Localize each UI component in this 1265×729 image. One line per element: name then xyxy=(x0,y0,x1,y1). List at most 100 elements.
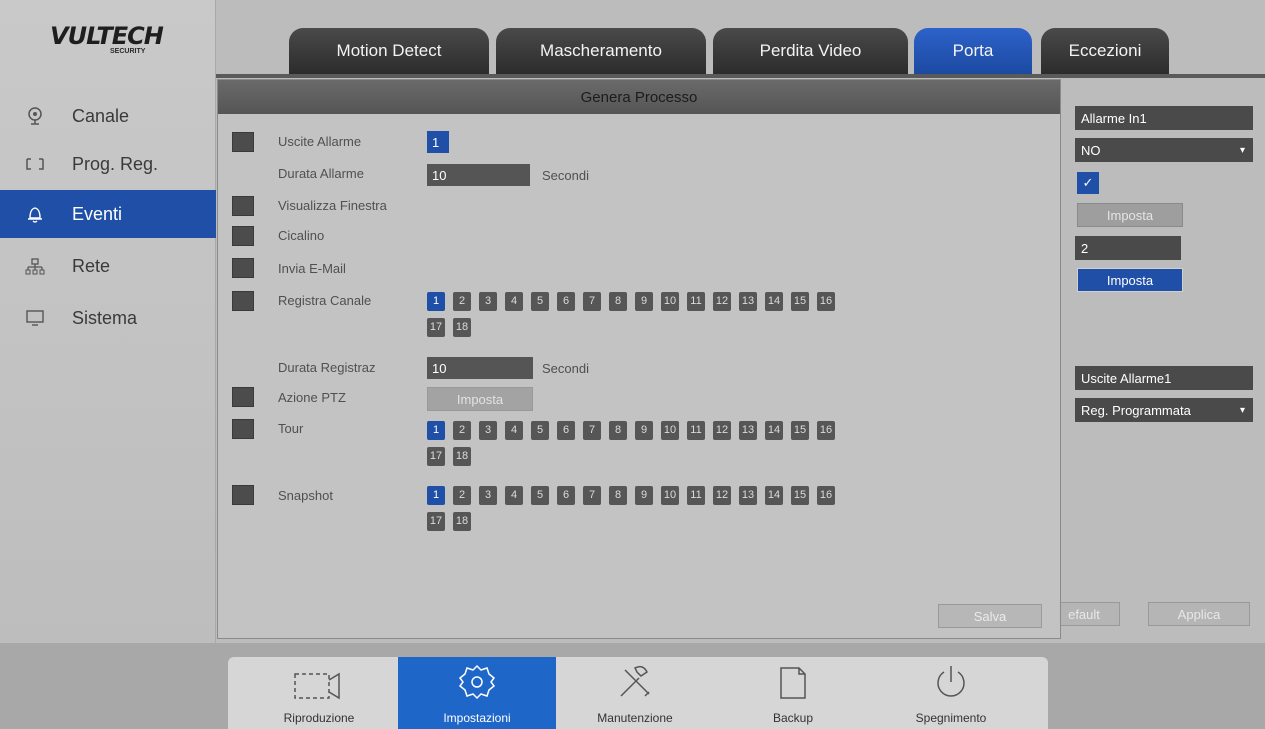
tab-mascheramento[interactable]: Mascheramento xyxy=(496,28,706,74)
snapshot-channel-2[interactable]: 2 xyxy=(453,486,471,505)
imposta-button-1[interactable]: Imposta xyxy=(1077,203,1183,227)
cicalino-checkbox[interactable] xyxy=(232,226,254,246)
snapshot-channel-18[interactable]: 18 xyxy=(453,512,471,531)
tour-channel-10[interactable]: 10 xyxy=(661,421,679,440)
snapshot-channel-6[interactable]: 6 xyxy=(557,486,575,505)
snapshot-channel-17[interactable]: 17 xyxy=(427,512,445,531)
tour-channel-18[interactable]: 18 xyxy=(453,447,471,466)
tour-checkbox[interactable] xyxy=(232,419,254,439)
snapshot-label: Snapshot xyxy=(278,488,333,503)
tour-channel-15[interactable]: 15 xyxy=(791,421,809,440)
menu-manutenzione[interactable]: Manutenzione xyxy=(556,657,714,729)
tab-eccezioni[interactable]: Eccezioni xyxy=(1041,28,1169,74)
sidebar-item-canale[interactable]: Canale xyxy=(0,92,216,140)
tab-porta[interactable]: Porta xyxy=(914,28,1032,74)
value-field[interactable]: 2 xyxy=(1075,236,1181,260)
tab-perdita-video[interactable]: Perdita Video xyxy=(713,28,908,74)
invia-email-checkbox[interactable] xyxy=(232,258,254,278)
menu-spegnimento[interactable]: Spegnimento xyxy=(872,657,1030,729)
snapshot-channel-13[interactable]: 13 xyxy=(739,486,757,505)
snapshot-checkbox[interactable] xyxy=(232,485,254,505)
azione-ptz-checkbox[interactable] xyxy=(232,387,254,407)
registra-channel-12[interactable]: 12 xyxy=(713,292,731,311)
tour-channel-2[interactable]: 2 xyxy=(453,421,471,440)
uscite-allarme-checkbox[interactable] xyxy=(232,132,254,152)
snapshot-channel-10[interactable]: 10 xyxy=(661,486,679,505)
reg-select[interactable]: Reg. Programmata ▾ xyxy=(1075,398,1253,422)
ptz-imposta-button[interactable]: Imposta xyxy=(427,387,533,411)
registra-channel-9[interactable]: 9 xyxy=(635,292,653,311)
snapshot-channel-12[interactable]: 12 xyxy=(713,486,731,505)
snapshot-channel-1[interactable]: 1 xyxy=(427,486,445,505)
sidebar-item-sistema[interactable]: Sistema xyxy=(0,294,216,342)
tour-channel-11[interactable]: 11 xyxy=(687,421,705,440)
snapshot-channel-15[interactable]: 15 xyxy=(791,486,809,505)
registra-channel-14[interactable]: 14 xyxy=(765,292,783,311)
tour-channel-9[interactable]: 9 xyxy=(635,421,653,440)
uscite-allarme-channel[interactable]: 1 xyxy=(427,131,449,153)
menu-label: Impostazioni xyxy=(443,711,511,725)
registra-channel-11[interactable]: 11 xyxy=(687,292,705,311)
uscita-field[interactable]: Uscite Allarme1 xyxy=(1075,366,1253,390)
snapshot-channel-7[interactable]: 7 xyxy=(583,486,601,505)
applica-button[interactable]: Applica xyxy=(1148,602,1250,626)
registra-channel-17[interactable]: 17 xyxy=(427,318,445,337)
tab-motion-detect[interactable]: Motion Detect xyxy=(289,28,489,74)
registra-channel-7[interactable]: 7 xyxy=(583,292,601,311)
registra-channel-1[interactable]: 1 xyxy=(427,292,445,311)
registra-canale-checkbox[interactable] xyxy=(232,291,254,311)
playback-icon xyxy=(287,668,351,711)
type-select[interactable]: NO ▾ xyxy=(1075,138,1253,162)
registra-channel-15[interactable]: 15 xyxy=(791,292,809,311)
genera-processo-dialog: Genera Processo Uscite Allarme 1 Durata … xyxy=(217,79,1061,639)
enable-checkbox[interactable]: ✓ xyxy=(1077,172,1099,194)
durata-allarme-input[interactable]: 10 xyxy=(427,164,530,186)
tour-channel-1[interactable]: 1 xyxy=(427,421,445,440)
tour-channel-13[interactable]: 13 xyxy=(739,421,757,440)
durata-registraz-input[interactable]: 10 xyxy=(427,357,533,379)
snapshot-channel-9[interactable]: 9 xyxy=(635,486,653,505)
tour-channel-7[interactable]: 7 xyxy=(583,421,601,440)
registra-channel-5[interactable]: 5 xyxy=(531,292,549,311)
tour-channel-4[interactable]: 4 xyxy=(505,421,523,440)
snapshot-channel-3[interactable]: 3 xyxy=(479,486,497,505)
tour-channel-8[interactable]: 8 xyxy=(609,421,627,440)
tour-channel-12[interactable]: 12 xyxy=(713,421,731,440)
menu-backup[interactable]: Backup xyxy=(714,657,872,729)
registra-channel-13[interactable]: 13 xyxy=(739,292,757,311)
registra-channel-6[interactable]: 6 xyxy=(557,292,575,311)
menu-riproduzione[interactable]: Riproduzione xyxy=(240,657,398,729)
menu-impostazioni[interactable]: Impostazioni xyxy=(398,657,556,729)
registra-channel-16[interactable]: 16 xyxy=(817,292,835,311)
registra-channel-4[interactable]: 4 xyxy=(505,292,523,311)
snapshot-channel-4[interactable]: 4 xyxy=(505,486,523,505)
registra-channel-grid: 1 2 3 4 5 6 7 8 9 10 11 12 13 14 15 16 17 18 xyxy=(427,291,947,343)
snapshot-channel-8[interactable]: 8 xyxy=(609,486,627,505)
alarm-in-field[interactable]: Allarme In1 xyxy=(1075,106,1253,130)
snapshot-channel-5[interactable]: 5 xyxy=(531,486,549,505)
salva-button[interactable]: Salva xyxy=(938,604,1042,628)
imposta-button-2[interactable]: Imposta xyxy=(1077,268,1183,292)
secondi-label-2: Secondi xyxy=(542,361,589,376)
sidebar-item-prog-reg[interactable]: Prog. Reg. xyxy=(0,140,216,188)
snapshot-channel-14[interactable]: 14 xyxy=(765,486,783,505)
registra-channel-2[interactable]: 2 xyxy=(453,292,471,311)
registra-channel-10[interactable]: 10 xyxy=(661,292,679,311)
sidebar-item-rete[interactable]: Rete xyxy=(0,242,216,290)
tour-channel-17[interactable]: 17 xyxy=(427,447,445,466)
snapshot-channel-16[interactable]: 16 xyxy=(817,486,835,505)
visualizza-finestra-checkbox[interactable] xyxy=(232,196,254,216)
snapshot-channel-11[interactable]: 11 xyxy=(687,486,705,505)
registra-channel-18[interactable]: 18 xyxy=(453,318,471,337)
visualizza-finestra-label: Visualizza Finestra xyxy=(278,198,387,213)
tour-channel-14[interactable]: 14 xyxy=(765,421,783,440)
tour-channel-16[interactable]: 16 xyxy=(817,421,835,440)
registra-channel-8[interactable]: 8 xyxy=(609,292,627,311)
registra-channel-3[interactable]: 3 xyxy=(479,292,497,311)
type-select-value: NO xyxy=(1081,142,1101,158)
tour-channel-6[interactable]: 6 xyxy=(557,421,575,440)
tour-channel-3[interactable]: 3 xyxy=(479,421,497,440)
cicalino-label: Cicalino xyxy=(278,228,325,243)
tour-channel-5[interactable]: 5 xyxy=(531,421,549,440)
sidebar-item-eventi[interactable]: Eventi xyxy=(0,190,216,238)
